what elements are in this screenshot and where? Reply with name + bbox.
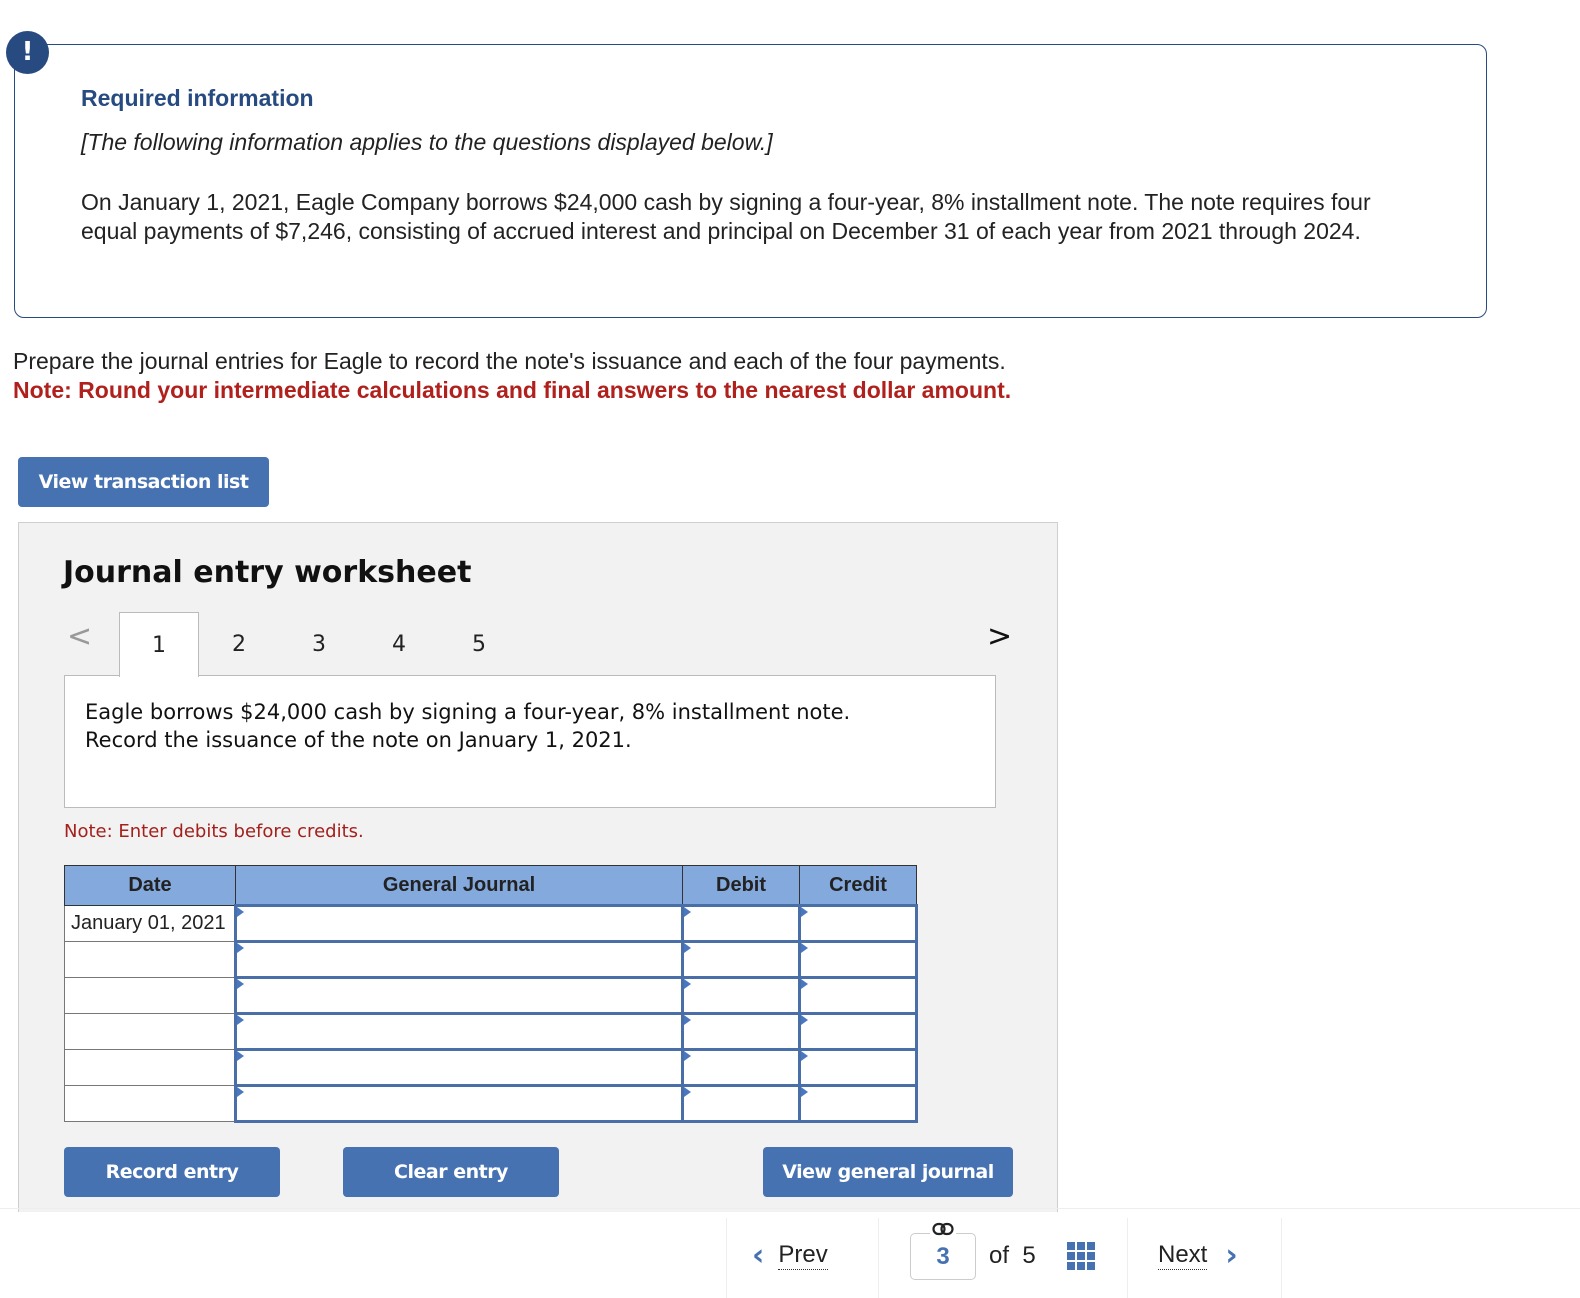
record-entry-button[interactable]: Record entry [64,1147,280,1197]
tab-1[interactable]: 1 [119,612,199,677]
footer-divider [0,1208,1580,1209]
table-row [64,1084,918,1123]
prev-button[interactable]: ‹ Prev [752,1238,842,1273]
table-row [64,940,918,979]
table-row [64,976,918,1015]
tab-3[interactable]: 3 [279,612,359,676]
debit-input[interactable] [681,976,801,1015]
credit-input[interactable] [798,904,918,943]
tab-4[interactable]: 4 [359,612,439,676]
header-general-journal: General Journal [235,865,683,906]
debit-input[interactable] [681,1084,801,1123]
page-count: of 5 [989,1242,1036,1269]
debit-input[interactable] [681,1012,801,1051]
journal-entry-worksheet: Journal entry worksheet < 1 2 3 4 5 > Ea… [18,522,1058,1212]
account-input[interactable] [234,1048,684,1087]
header-date: Date [64,865,236,906]
required-info-title: Required information [81,85,314,111]
date-cell[interactable] [64,1085,236,1122]
next-label: Next [1158,1241,1208,1270]
tab-2[interactable]: 2 [199,612,279,676]
journal-table: Date General Journal Debit Credit Januar… [64,865,918,1123]
chevron-right-icon: › [1225,1238,1238,1273]
table-row [64,1012,918,1051]
footer-separator [1281,1218,1282,1298]
description-line-1: Eagle borrows $24,000 cash by signing a … [85,700,851,724]
prev-label: Prev [778,1241,828,1270]
header-credit: Credit [799,865,917,906]
link-icon [930,1222,956,1240]
date-cell[interactable] [64,977,236,1014]
grid-icon[interactable] [1067,1242,1095,1270]
header-debit: Debit [682,865,800,906]
credit-input[interactable] [798,976,918,1015]
debits-note: Note: Enter debits before credits. [64,821,364,842]
table-row: January 01, 2021 [64,904,918,943]
chevron-left-icon: ‹ [752,1238,765,1273]
debit-input[interactable] [681,940,801,979]
credit-input[interactable] [798,1012,918,1051]
tab-5[interactable]: 5 [439,612,519,676]
account-input[interactable] [234,940,684,979]
account-input[interactable] [234,1012,684,1051]
view-transaction-list-button[interactable]: View transaction list [18,457,269,507]
debit-input[interactable] [681,904,801,943]
required-info-panel: Required information [The following info… [14,44,1487,318]
date-cell[interactable] [64,941,236,978]
question-prompt: Prepare the journal entries for Eagle to… [13,348,1006,374]
next-button[interactable]: Next › [1158,1238,1238,1273]
current-page-indicator[interactable]: 3 [910,1233,976,1280]
view-general-journal-button[interactable]: View general journal [763,1147,1013,1197]
account-input[interactable] [234,904,684,943]
worksheet-title: Journal entry worksheet [63,555,472,590]
chevron-right-icon[interactable]: > [987,619,1012,654]
description-line-2: Record the issuance of the note on Janua… [85,728,632,752]
credit-input[interactable] [798,1084,918,1123]
debit-input[interactable] [681,1048,801,1087]
required-info-body: On January 1, 2021, Eagle Company borrow… [81,189,1371,244]
footer-separator [1127,1218,1128,1298]
account-input[interactable] [234,976,684,1015]
required-info-subtitle: [The following information applies to th… [81,129,773,155]
footer-separator [726,1218,727,1298]
alert-icon: ! [6,31,49,74]
transaction-description: Eagle borrows $24,000 cash by signing a … [64,675,996,808]
clear-entry-button[interactable]: Clear entry [343,1147,559,1197]
date-cell[interactable] [64,1013,236,1050]
credit-input[interactable] [798,940,918,979]
date-cell[interactable] [64,1049,236,1086]
date-cell[interactable]: January 01, 2021 [64,905,236,942]
chevron-left-icon[interactable]: < [67,619,92,654]
table-row [64,1048,918,1087]
footer-separator [878,1218,879,1298]
credit-input[interactable] [798,1048,918,1087]
rounding-note: Note: Round your intermediate calculatio… [13,377,1012,403]
account-input[interactable] [234,1084,684,1123]
